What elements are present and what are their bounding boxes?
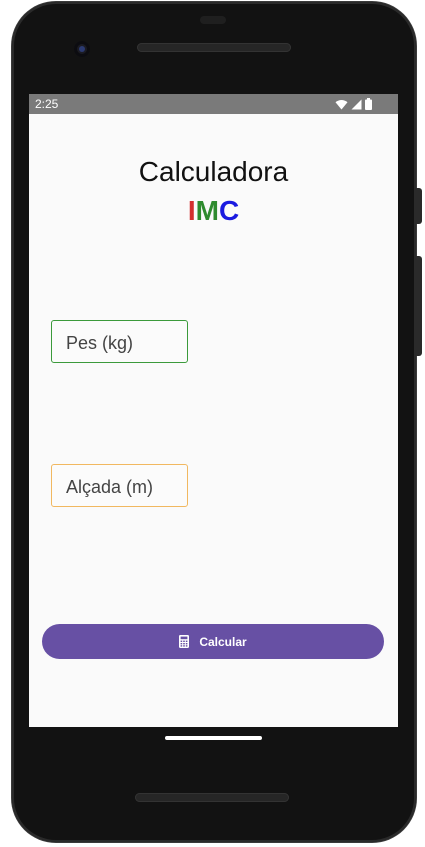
top-speaker-grille <box>137 43 291 52</box>
height-input[interactable]: Alçada (m) <box>51 464 188 507</box>
calculate-button[interactable]: Calcular <box>42 624 384 659</box>
imc-letter-m: M <box>195 195 219 226</box>
battery-icon <box>365 98 372 110</box>
cellular-signal-icon <box>351 99 362 109</box>
imc-letter-c: C <box>218 195 240 226</box>
status-bar: 2:25 <box>29 94 398 114</box>
imc-letter-i: I <box>187 195 196 226</box>
gesture-navigation-bar[interactable] <box>165 736 262 740</box>
weight-input[interactable]: Pes (kg) <box>51 320 188 363</box>
wifi-icon <box>335 99 348 109</box>
height-placeholder: Alçada (m) <box>66 477 154 497</box>
front-camera <box>74 41 90 57</box>
status-time: 2:25 <box>35 97 59 111</box>
volume-button <box>416 256 422 356</box>
bottom-speaker-grille <box>135 793 289 802</box>
calculate-button-label: Calcular <box>199 634 247 649</box>
calculator-icon <box>179 635 190 648</box>
app-subtitle-imc: IMC <box>29 195 398 227</box>
earpiece <box>200 16 226 24</box>
status-icons <box>335 98 372 110</box>
app-title: Calculadora <box>138 156 289 187</box>
app-screen: 2:25 Calculadora IMC Pes (kg) Alçada (m) <box>29 94 398 727</box>
weight-placeholder: Pes (kg) <box>66 333 134 353</box>
power-button <box>416 188 422 224</box>
